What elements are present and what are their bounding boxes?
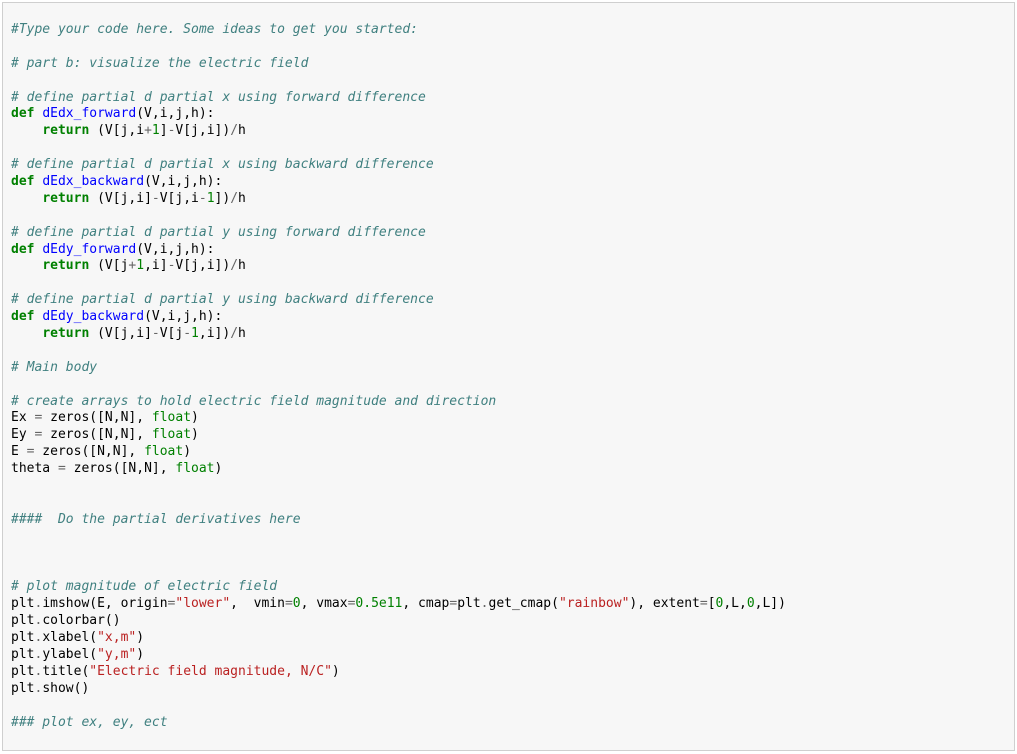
code-cell[interactable]: #Type your code here. Some ideas to get … (2, 2, 1015, 751)
code-content: #Type your code here. Some ideas to get … (11, 22, 1006, 731)
